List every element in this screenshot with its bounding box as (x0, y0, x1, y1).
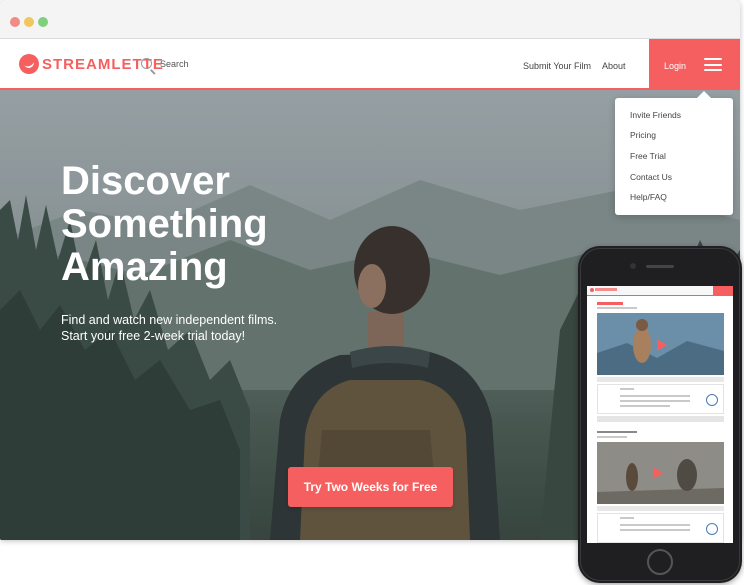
hero-title-line: Something (61, 202, 268, 246)
phone-rating-circle (706, 394, 718, 406)
hamburger-menu-icon[interactable] (704, 58, 722, 71)
phone-navbar (587, 286, 733, 296)
login-button[interactable]: Login (664, 61, 686, 71)
site-navbar: STREAMLETTE Search Submit Your Film Abou… (0, 39, 740, 90)
streamlette-logo-icon (19, 54, 39, 74)
hero-subtitle: Find and watch new independent films. St… (61, 312, 277, 344)
phone-second-rating-circle (706, 523, 718, 535)
streamlette-logo-icon (590, 288, 594, 292)
phone-reviews-bar (597, 416, 724, 422)
phone-mockup (578, 246, 742, 583)
phone-second-progress-bar (597, 506, 724, 511)
minimize-window-button[interactable] (24, 17, 34, 27)
menu-item-invite-friends[interactable]: Invite Friends (630, 110, 681, 120)
hero-subtitle-line: Start your free 2-week trial today! (61, 329, 246, 343)
nav-link-about[interactable]: About (602, 61, 626, 71)
search-box[interactable]: Search (141, 58, 189, 69)
maximize-window-button[interactable] (38, 17, 48, 27)
hero-title: Discover Something Amazing (61, 160, 361, 289)
phone-film-title (597, 302, 623, 305)
home-button-icon[interactable] (647, 549, 673, 575)
menu-item-contact-us[interactable]: Contact Us (630, 172, 672, 182)
login-area: Login (649, 39, 740, 88)
nav-dropdown-menu: Invite Friends Pricing Free Trial Contac… (615, 91, 733, 215)
phone-film-thumbnail (597, 313, 724, 375)
phone-progress-bar (597, 377, 724, 382)
window-titlebar (0, 0, 740, 39)
menu-item-pricing[interactable]: Pricing (630, 130, 656, 140)
hero-title-line: Amazing (61, 245, 228, 289)
menu-item-help-faq[interactable]: Help/FAQ (630, 192, 667, 202)
phone-second-film-title (597, 431, 637, 433)
phone-second-synopsis-box (597, 513, 724, 543)
hero-title-line: Discover (61, 159, 230, 203)
phone-screen (587, 286, 733, 543)
camera-icon (630, 263, 636, 269)
phone-synopsis-box (597, 384, 724, 414)
hero-subtitle-line: Find and watch new independent films. (61, 313, 278, 327)
try-free-button[interactable]: Try Two Weeks for Free (288, 467, 453, 507)
speaker-grille (646, 265, 674, 268)
phone-logo-text (595, 288, 617, 291)
nav-link-submit-your-film[interactable]: Submit Your Film (523, 61, 591, 71)
phone-second-film-director (597, 436, 627, 438)
close-window-button[interactable] (10, 17, 20, 27)
phone-second-film-thumbnail (597, 442, 724, 504)
phone-login-area (713, 286, 733, 295)
search-icon (141, 58, 152, 69)
phone-film-director (597, 307, 637, 309)
search-label: Search (160, 58, 189, 69)
menu-item-free-trial[interactable]: Free Trial (630, 151, 666, 161)
